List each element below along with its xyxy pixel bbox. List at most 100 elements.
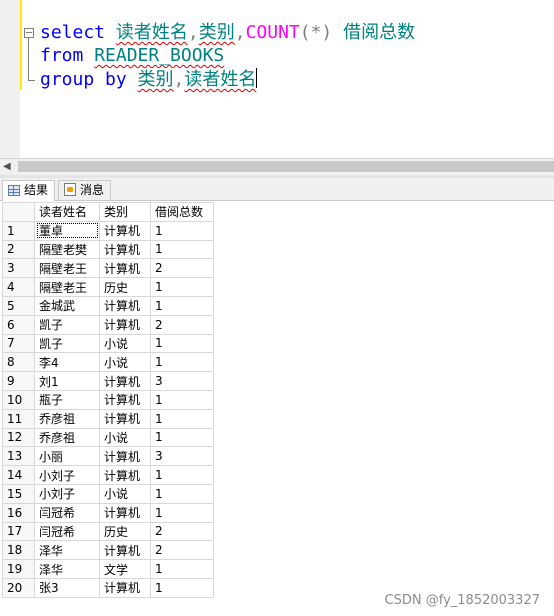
cell-category[interactable]: 计算机 xyxy=(99,314,151,335)
cell-reader-name[interactable]: 李4 xyxy=(34,352,100,373)
column-header-category[interactable]: 类别 xyxy=(99,202,151,222)
table-row[interactable]: 7 凯子 小说 1 xyxy=(2,333,214,354)
cell-category[interactable]: 小说 xyxy=(99,333,151,354)
cell-total[interactable]: 1 xyxy=(150,220,214,241)
cell-category[interactable]: 计算机 xyxy=(99,465,151,485)
cell-reader-name[interactable]: 泽华 xyxy=(34,559,100,579)
cell-reader-name[interactable]: 金城武 xyxy=(34,295,100,316)
cell-reader-name[interactable]: 隔壁老王 xyxy=(34,277,100,297)
table-row[interactable]: 18 泽华 计算机 2 xyxy=(2,540,214,561)
cell-reader-name[interactable]: 张3 xyxy=(34,577,100,598)
cell-category[interactable]: 计算机 xyxy=(99,389,151,410)
row-number[interactable]: 2 xyxy=(2,239,35,260)
sql-editor[interactable]: select 读者姓名,类别,COUNT(*) 借阅总数 from READER… xyxy=(0,0,554,158)
row-number[interactable]: 11 xyxy=(2,408,35,429)
row-number[interactable]: 14 xyxy=(2,465,35,485)
row-number[interactable]: 10 xyxy=(2,389,35,410)
row-number[interactable]: 3 xyxy=(2,258,35,279)
cell-total[interactable]: 2 xyxy=(150,314,214,335)
cell-total[interactable]: 1 xyxy=(150,502,214,523)
row-number[interactable]: 15 xyxy=(2,483,35,504)
table-row[interactable]: 2 隔壁老樊 计算机 1 xyxy=(2,239,214,260)
column-header-total[interactable]: 借阅总数 xyxy=(150,202,214,222)
code-line-1[interactable]: select 读者姓名,类别,COUNT(*) 借阅总数 xyxy=(40,22,415,44)
column-header-reader-name[interactable]: 读者姓名 xyxy=(34,202,100,222)
tab-results[interactable]: 结果 xyxy=(2,180,56,201)
cell-total[interactable]: 1 xyxy=(150,465,214,485)
row-number[interactable]: 20 xyxy=(2,577,35,598)
cell-total[interactable]: 2 xyxy=(150,540,214,561)
table-row[interactable]: 12 乔彦祖 小说 1 xyxy=(2,427,214,448)
table-row[interactable]: 10 瓶子 计算机 1 xyxy=(2,389,214,410)
table-row[interactable]: 5 金城武 计算机 1 xyxy=(2,295,214,316)
table-row[interactable]: 9 刘1 计算机 3 xyxy=(2,371,214,391)
row-number[interactable]: 13 xyxy=(2,446,35,467)
cell-reader-name[interactable]: 乔彦祖 xyxy=(34,408,100,429)
cell-reader-name[interactable]: 小刘子 xyxy=(34,465,100,485)
cell-reader-name[interactable]: 凯子 xyxy=(34,333,100,354)
cell-category[interactable]: 计算机 xyxy=(99,446,151,467)
cell-total[interactable]: 1 xyxy=(150,408,214,429)
cell-reader-name[interactable]: 瓶子 xyxy=(34,389,100,410)
cell-total[interactable]: 2 xyxy=(150,521,214,542)
cell-category[interactable]: 计算机 xyxy=(99,408,151,429)
scroll-thumb[interactable] xyxy=(18,161,554,172)
cell-total[interactable]: 1 xyxy=(150,389,214,410)
cell-category[interactable]: 历史 xyxy=(99,277,151,297)
cell-reader-name[interactable]: 泽华 xyxy=(34,540,100,561)
table-row[interactable]: 13 小丽 计算机 3 xyxy=(2,446,214,467)
row-number[interactable]: 19 xyxy=(2,559,35,579)
table-row[interactable]: 17 闫冠希 历史 2 xyxy=(2,521,214,542)
cell-reader-name[interactable]: 董卓 xyxy=(34,220,100,241)
cell-reader-name[interactable]: 闫冠希 xyxy=(34,502,100,523)
cell-category[interactable]: 小说 xyxy=(99,427,151,448)
cell-total[interactable]: 1 xyxy=(150,352,214,373)
cell-reader-name[interactable]: 隔壁老樊 xyxy=(34,239,100,260)
cell-category[interactable]: 小说 xyxy=(99,483,151,504)
cell-category[interactable]: 计算机 xyxy=(99,371,151,391)
table-row[interactable]: 19 泽华 文学 1 xyxy=(2,559,214,579)
collapse-icon[interactable] xyxy=(24,28,34,38)
cell-category[interactable]: 计算机 xyxy=(99,502,151,523)
cell-category[interactable]: 小说 xyxy=(99,352,151,373)
table-row[interactable]: 1 董卓 计算机 1 xyxy=(2,220,214,241)
cell-reader-name[interactable]: 刘1 xyxy=(34,371,100,391)
cell-reader-name[interactable]: 闫冠希 xyxy=(34,521,100,542)
table-row[interactable]: 4 隔壁老王 历史 1 xyxy=(2,277,214,297)
cell-reader-name[interactable]: 小丽 xyxy=(34,446,100,467)
table-row[interactable]: 6 凯子 计算机 2 xyxy=(2,314,214,335)
cell-reader-name[interactable]: 隔壁老王 xyxy=(34,258,100,279)
cell-total[interactable]: 1 xyxy=(150,483,214,504)
cell-total[interactable]: 1 xyxy=(150,427,214,448)
tab-messages[interactable]: 消息 xyxy=(58,180,112,200)
cell-total[interactable]: 1 xyxy=(150,577,214,598)
table-row[interactable]: 8 李4 小说 1 xyxy=(2,352,214,373)
row-number[interactable]: 18 xyxy=(2,540,35,561)
grid-corner-cell[interactable] xyxy=(2,202,35,222)
cell-reader-name[interactable]: 乔彦祖 xyxy=(34,427,100,448)
row-number[interactable]: 16 xyxy=(2,502,35,523)
cell-category[interactable]: 计算机 xyxy=(99,258,151,279)
cell-category[interactable]: 计算机 xyxy=(99,577,151,598)
code-line-3[interactable]: group by 类别,读者姓名 xyxy=(40,68,258,91)
cell-total[interactable]: 1 xyxy=(150,295,214,316)
cell-reader-name[interactable]: 凯子 xyxy=(34,314,100,335)
cell-reader-name[interactable]: 小刘子 xyxy=(34,483,100,504)
table-row[interactable]: 11 乔彦祖 计算机 1 xyxy=(2,408,214,429)
cell-category[interactable]: 计算机 xyxy=(99,540,151,561)
row-number[interactable]: 12 xyxy=(2,427,35,448)
results-grid[interactable]: 读者姓名 类别 借阅总数 1 董卓 计算机 1 2 隔壁老樊 计算机 1 3 隔壁老王 计算机 2 4 隔… xyxy=(2,202,214,598)
row-number[interactable]: 17 xyxy=(2,521,35,542)
table-row[interactable]: 15 小刘子 小说 1 xyxy=(2,483,214,504)
row-number[interactable]: 4 xyxy=(2,277,35,297)
cell-category[interactable]: 计算机 xyxy=(99,220,151,241)
cell-total[interactable]: 3 xyxy=(150,371,214,391)
cell-total[interactable]: 1 xyxy=(150,239,214,260)
table-row[interactable]: 14 小刘子 计算机 1 xyxy=(2,465,214,485)
row-number[interactable]: 7 xyxy=(2,333,35,354)
code-line-2[interactable]: from READER_BOOKS xyxy=(40,45,224,67)
row-number[interactable]: 6 xyxy=(2,314,35,335)
table-row[interactable]: 3 隔壁老王 计算机 2 xyxy=(2,258,214,279)
cell-category[interactable]: 计算机 xyxy=(99,239,151,260)
cell-total[interactable]: 1 xyxy=(150,277,214,297)
